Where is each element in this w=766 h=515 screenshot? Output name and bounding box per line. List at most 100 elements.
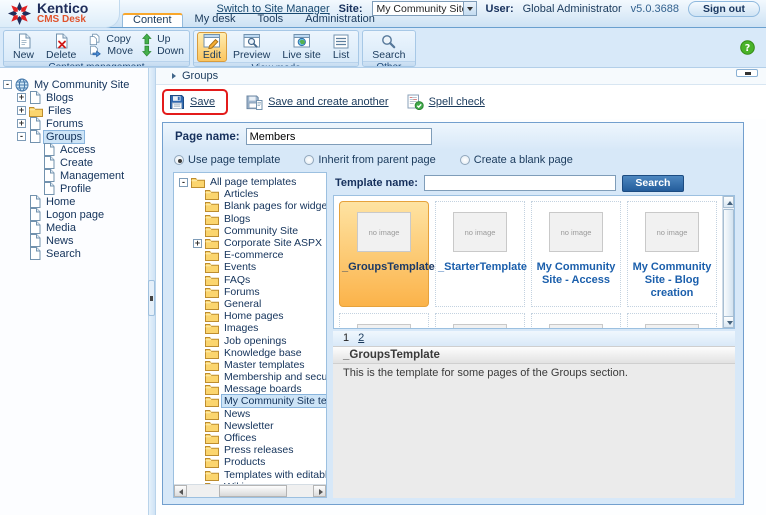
template-card-my-community-site-blog-posts[interactable]: no imageMy Community Site - Blog posts: [435, 313, 525, 328]
search-button[interactable]: Search: [366, 32, 411, 61]
content-tree-item-groups[interactable]: - Groups: [0, 129, 148, 144]
template-category-item-forums[interactable]: Forums: [176, 286, 326, 298]
sidebar-splitter[interactable]: [148, 68, 156, 515]
radio-create-a-blank-page[interactable]: Create a blank page: [459, 154, 573, 166]
radio-icon[interactable]: [304, 155, 315, 165]
template-category-item-message-boards[interactable]: Message boards: [176, 383, 326, 396]
template-category-item-corporate-site-aspx[interactable]: + Corporate Site ASPX: [176, 237, 326, 250]
vertical-scroll-thumb[interactable]: [723, 209, 734, 328]
preview-button[interactable]: Preview: [227, 32, 276, 62]
scroll-down-arrow[interactable]: [723, 315, 734, 328]
template-category-item-general[interactable]: General: [176, 298, 326, 310]
radio-icon[interactable]: [459, 155, 470, 165]
new-button[interactable]: New: [7, 32, 40, 61]
template-card-my-community-site-blog-list[interactable]: no imageMy Community Site - Blog list: [339, 313, 429, 328]
live-site-button[interactable]: Live site: [276, 32, 327, 62]
radio-selected-icon[interactable]: [174, 155, 184, 165]
site-select[interactable]: My Community Site: [371, 1, 477, 16]
scroll-up-arrow[interactable]: [723, 196, 734, 208]
template-category-item-products[interactable]: Products: [176, 456, 326, 469]
save-and-create-another-button[interactable]: Save and create another: [268, 96, 388, 108]
tab-administration[interactable]: Administration: [295, 13, 385, 27]
plus-expander-icon[interactable]: +: [17, 119, 26, 128]
content-tree-item-logon-page[interactable]: Logon page: [0, 208, 148, 221]
tree-item-label: Blogs: [46, 91, 74, 104]
delete-button[interactable]: Delete: [40, 32, 82, 61]
tab-content[interactable]: Content: [122, 13, 183, 27]
template-card-my-community-site-blogs[interactable]: no imageMy Community Site - Blogs: [531, 313, 621, 328]
folder-icon: [205, 420, 219, 432]
minus-expander-icon[interactable]: -: [179, 177, 188, 187]
template-card-startertemplate[interactable]: no image _StarterTemplate: [435, 201, 527, 307]
template-category-item-images[interactable]: Images: [176, 322, 326, 335]
content-tree-item-create[interactable]: Create: [0, 156, 148, 169]
content-tree-item-search[interactable]: Search: [0, 247, 148, 260]
down-button[interactable]: Down: [140, 45, 186, 57]
radio-inherit-from-parent-page[interactable]: Inherit from parent page: [304, 154, 436, 166]
up-button[interactable]: Up: [140, 33, 186, 45]
splitter-collapse-handle[interactable]: [148, 280, 155, 316]
content-tree-item-news[interactable]: News: [0, 234, 148, 247]
template-category-item-my-community-site-templates[interactable]: My Community Site templates: [176, 394, 326, 409]
template-category-item-job-openings[interactable]: Job openings: [176, 334, 326, 347]
template-category-item-e-commerce[interactable]: E-commerce: [176, 249, 326, 262]
template-card-my-community-site-blog-creation[interactable]: no image My Community Site - Blog creatio…: [627, 201, 717, 307]
content-tree-item-home[interactable]: Home: [0, 195, 148, 208]
template-category-item-blogs[interactable]: Blogs: [176, 213, 326, 225]
content-tree-item-files[interactable]: + Files: [0, 104, 148, 117]
template-category-item-newsletter[interactable]: Newsletter: [176, 420, 326, 432]
template-category-item-faqs[interactable]: FAQs: [176, 274, 326, 286]
template-category-item-home-pages[interactable]: Home pages: [176, 310, 326, 323]
help-icon[interactable]: ?: [740, 40, 755, 55]
move-button[interactable]: Move: [87, 45, 135, 57]
scroll-left-arrow[interactable]: [174, 485, 187, 497]
template-category-item-membership-and-security[interactable]: Membership and security: [176, 371, 326, 384]
plus-expander-icon[interactable]: +: [193, 238, 202, 248]
template-category-item-news[interactable]: News: [176, 408, 326, 420]
panel-collapse-handle[interactable]: [736, 69, 758, 77]
tab-my-desk[interactable]: My desk: [185, 13, 246, 27]
page-1[interactable]: 1: [343, 332, 349, 344]
search-button[interactable]: Search: [621, 174, 684, 192]
horizontal-scrollbar[interactable]: [174, 484, 326, 497]
content-tree-item-forums[interactable]: + Forums: [0, 117, 148, 130]
template-category-item-master-templates[interactable]: Master templates: [176, 359, 326, 371]
spell-check-button[interactable]: Spell check: [429, 96, 485, 108]
content-tree-item-profile[interactable]: Profile: [0, 182, 148, 195]
page-2[interactable]: 2: [358, 332, 364, 344]
content-tree-item-media[interactable]: Media: [0, 221, 148, 234]
sign-out-button[interactable]: Sign out: [688, 0, 760, 17]
page-name-input[interactable]: [245, 128, 432, 145]
content-tree-item-blogs[interactable]: + Blogs: [0, 91, 148, 104]
minus-expander-icon[interactable]: -: [3, 80, 12, 89]
plus-expander-icon[interactable]: +: [17, 93, 26, 102]
chevron-down-icon[interactable]: [462, 2, 476, 15]
tab-tools[interactable]: Tools: [248, 13, 294, 27]
save-button[interactable]: Save: [190, 96, 215, 108]
template-name-input[interactable]: [423, 175, 616, 191]
template-card-my-community-site-forum-search[interactable]: no imageMy Community Site - Forum search: [627, 313, 717, 328]
template-card-my-community-site-access[interactable]: no image My Community Site - Access: [531, 201, 621, 307]
edit-button[interactable]: Edit: [196, 32, 228, 62]
template-category-item-knowledge-base[interactable]: Knowledge base: [176, 347, 326, 359]
template-category-item-articles[interactable]: Articles: [176, 188, 326, 201]
template-category-item-all-page-templates[interactable]: - All page templates: [176, 176, 326, 189]
template-category-item-blank-pages-for-widgets[interactable]: Blank pages for widgets: [176, 200, 326, 213]
template-category-item-community-site[interactable]: Community Site: [176, 225, 326, 237]
vertical-scrollbar[interactable]: [722, 196, 734, 328]
minus-expander-icon[interactable]: -: [17, 132, 26, 141]
template-card-groupstemplate[interactable]: no image _GroupsTemplate: [339, 201, 435, 307]
radio-use-page-template[interactable]: Use page template: [174, 154, 280, 166]
content-tree-item-management[interactable]: Management: [0, 169, 148, 182]
template-category-item-offices[interactable]: Offices: [176, 432, 326, 445]
content-tree-item-my-community-site[interactable]: - My Community Site: [0, 78, 148, 91]
list-button[interactable]: List: [327, 32, 355, 62]
horizontal-scroll-thumb[interactable]: [219, 485, 287, 497]
template-category-item-templates-with-editable-regio[interactable]: Templates with editable regio: [176, 469, 326, 481]
plus-expander-icon[interactable]: +: [17, 106, 26, 115]
template-category-item-press-releases[interactable]: Press releases: [176, 444, 326, 457]
content-tree-item-access[interactable]: Access: [0, 143, 148, 156]
copy-button[interactable]: Copy: [87, 33, 135, 45]
template-category-item-events[interactable]: Events: [176, 261, 326, 274]
scroll-right-arrow[interactable]: [313, 485, 326, 497]
